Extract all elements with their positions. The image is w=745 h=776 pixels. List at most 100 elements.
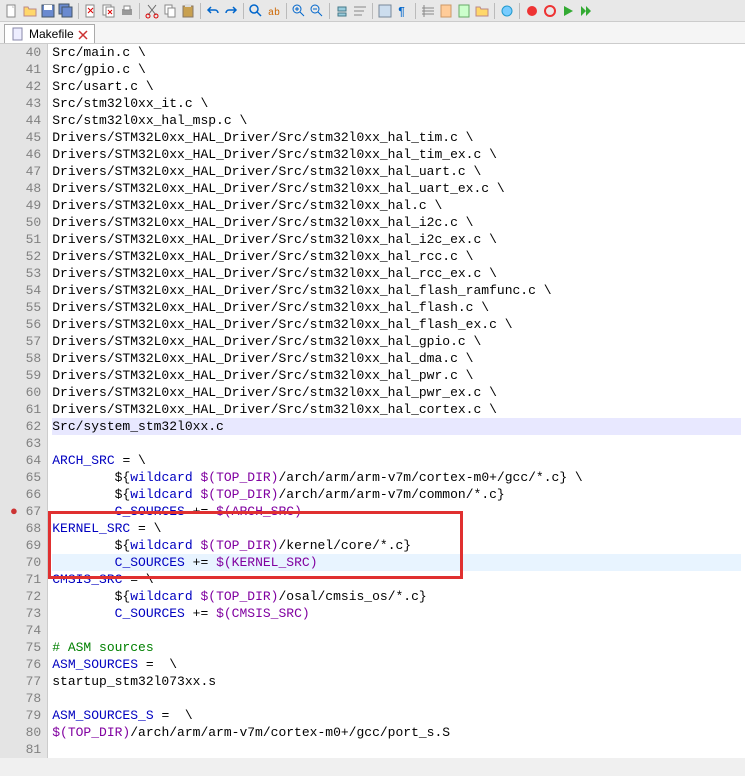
- code-content[interactable]: Src/main.c \Src/gpio.c \Src/usart.c \Src…: [48, 44, 745, 758]
- play-icon[interactable]: [560, 3, 576, 19]
- wrap-icon[interactable]: [352, 3, 368, 19]
- toolbar: ab ¶: [0, 0, 745, 22]
- code-line[interactable]: Src/stm32l0xx_it.c \: [52, 95, 741, 112]
- code-line[interactable]: [52, 435, 741, 452]
- whitespace-icon[interactable]: [377, 3, 393, 19]
- code-line[interactable]: Src/main.c \: [52, 44, 741, 61]
- fast-forward-icon[interactable]: [578, 3, 594, 19]
- editor-area[interactable]: 4041424344454647484950515253545556575859…: [0, 44, 745, 758]
- code-line[interactable]: Drivers/STM32L0xx_HAL_Driver/Src/stm32l0…: [52, 265, 741, 282]
- monitor-icon[interactable]: [499, 3, 515, 19]
- doc-map-icon[interactable]: [438, 3, 454, 19]
- code-line[interactable]: Drivers/STM32L0xx_HAL_Driver/Src/stm32l0…: [52, 401, 741, 418]
- code-line[interactable]: Drivers/STM32L0xx_HAL_Driver/Src/stm32l0…: [52, 316, 741, 333]
- line-number: 77: [10, 673, 41, 690]
- code-line[interactable]: startup_stm32l073xx.s: [52, 673, 741, 690]
- code-line[interactable]: Drivers/STM32L0xx_HAL_Driver/Src/stm32l0…: [52, 333, 741, 350]
- tab-bar: Makefile: [0, 22, 745, 44]
- code-line[interactable]: [52, 741, 741, 758]
- find-icon[interactable]: [248, 3, 264, 19]
- close-all-icon[interactable]: [101, 3, 117, 19]
- code-line[interactable]: Src/system_stm32l0xx.c: [52, 418, 741, 435]
- code-line[interactable]: Drivers/STM32L0xx_HAL_Driver/Src/stm32l0…: [52, 248, 741, 265]
- code-line[interactable]: Drivers/STM32L0xx_HAL_Driver/Src/stm32l0…: [52, 350, 741, 367]
- code-line[interactable]: ${wildcard $(TOP_DIR)/arch/arm/arm-v7m/c…: [52, 469, 741, 486]
- line-number: 75: [10, 639, 41, 656]
- line-number: 79: [10, 707, 41, 724]
- line-number: 46: [10, 146, 41, 163]
- replace-icon[interactable]: ab: [266, 3, 282, 19]
- indent-guide-icon[interactable]: [420, 3, 436, 19]
- line-number: 54: [10, 282, 41, 299]
- code-line[interactable]: $(TOP_DIR)/arch/arm/arm-v7m/cortex-m0+/g…: [52, 724, 741, 741]
- line-number: 58: [10, 350, 41, 367]
- separator: [494, 3, 495, 19]
- zoom-in-icon[interactable]: [291, 3, 307, 19]
- open-file-icon[interactable]: [22, 3, 38, 19]
- line-number: 42: [10, 78, 41, 95]
- copy-icon[interactable]: [162, 3, 178, 19]
- save-all-icon[interactable]: [58, 3, 74, 19]
- code-line[interactable]: ${wildcard $(TOP_DIR)/osal/cmsis_os/*.c}: [52, 588, 741, 605]
- code-line[interactable]: Drivers/STM32L0xx_HAL_Driver/Src/stm32l0…: [52, 197, 741, 214]
- line-number: 40: [10, 44, 41, 61]
- function-list-icon[interactable]: [456, 3, 472, 19]
- code-line[interactable]: Drivers/STM32L0xx_HAL_Driver/Src/stm32l0…: [52, 231, 741, 248]
- paragraph-icon[interactable]: ¶: [395, 3, 411, 19]
- line-number: 62: [10, 418, 41, 435]
- line-number: 53: [10, 265, 41, 282]
- tab-label: Makefile: [29, 27, 74, 41]
- code-line[interactable]: Drivers/STM32L0xx_HAL_Driver/Src/stm32l0…: [52, 367, 741, 384]
- sync-icon[interactable]: [334, 3, 350, 19]
- record-icon[interactable]: [524, 3, 540, 19]
- line-number: 60: [10, 384, 41, 401]
- code-line[interactable]: # ASM sources: [52, 639, 741, 656]
- code-line[interactable]: Drivers/STM32L0xx_HAL_Driver/Src/stm32l0…: [52, 384, 741, 401]
- separator: [415, 3, 416, 19]
- code-line[interactable]: [52, 690, 741, 707]
- code-line[interactable]: Src/stm32l0xx_hal_msp.c \: [52, 112, 741, 129]
- stop-record-icon[interactable]: [542, 3, 558, 19]
- code-line[interactable]: ${wildcard $(TOP_DIR)/kernel/core/*.c}: [52, 537, 741, 554]
- line-number: 44: [10, 112, 41, 129]
- line-number: 50: [10, 214, 41, 231]
- undo-icon[interactable]: [205, 3, 221, 19]
- code-line[interactable]: [52, 622, 741, 639]
- line-number: 71: [10, 571, 41, 588]
- separator: [329, 3, 330, 19]
- zoom-out-icon[interactable]: [309, 3, 325, 19]
- code-line[interactable]: ARCH_SRC = \: [52, 452, 741, 469]
- save-icon[interactable]: [40, 3, 56, 19]
- code-line[interactable]: C_SOURCES += $(KERNEL_SRC): [52, 554, 741, 571]
- code-line[interactable]: Drivers/STM32L0xx_HAL_Driver/Src/stm32l0…: [52, 146, 741, 163]
- new-file-icon[interactable]: [4, 3, 20, 19]
- code-line[interactable]: KERNEL_SRC = \: [52, 520, 741, 537]
- code-line[interactable]: C_SOURCES += $(CMSIS_SRC): [52, 605, 741, 622]
- tab-close-icon[interactable]: [78, 29, 88, 39]
- code-line[interactable]: Drivers/STM32L0xx_HAL_Driver/Src/stm32l0…: [52, 163, 741, 180]
- line-number: 43: [10, 95, 41, 112]
- code-line[interactable]: ${wildcard $(TOP_DIR)/arch/arm/arm-v7m/c…: [52, 486, 741, 503]
- code-line[interactable]: CMSIS_SRC = \: [52, 571, 741, 588]
- code-line[interactable]: Src/usart.c \: [52, 78, 741, 95]
- paste-icon[interactable]: [180, 3, 196, 19]
- code-line[interactable]: ASM_SOURCES_S = \: [52, 707, 741, 724]
- code-line[interactable]: Drivers/STM32L0xx_HAL_Driver/Src/stm32l0…: [52, 299, 741, 316]
- line-number-gutter: 4041424344454647484950515253545556575859…: [0, 44, 48, 758]
- line-number: 74: [10, 622, 41, 639]
- tab-makefile[interactable]: Makefile: [4, 24, 95, 43]
- code-line[interactable]: Drivers/STM32L0xx_HAL_Driver/Src/stm32l0…: [52, 282, 741, 299]
- cut-icon[interactable]: [144, 3, 160, 19]
- redo-icon[interactable]: [223, 3, 239, 19]
- code-line[interactable]: Drivers/STM32L0xx_HAL_Driver/Src/stm32l0…: [52, 214, 741, 231]
- code-line[interactable]: ASM_SOURCES = \: [52, 656, 741, 673]
- code-line[interactable]: Src/gpio.c \: [52, 61, 741, 78]
- folder-icon[interactable]: [474, 3, 490, 19]
- code-line[interactable]: Drivers/STM32L0xx_HAL_Driver/Src/stm32l0…: [52, 180, 741, 197]
- code-line[interactable]: Drivers/STM32L0xx_HAL_Driver/Src/stm32l0…: [52, 129, 741, 146]
- line-number: 41: [10, 61, 41, 78]
- print-icon[interactable]: [119, 3, 135, 19]
- close-icon[interactable]: [83, 3, 99, 19]
- line-number: 68: [10, 520, 41, 537]
- code-line[interactable]: C_SOURCES += $(ARCH_SRC): [52, 503, 741, 520]
